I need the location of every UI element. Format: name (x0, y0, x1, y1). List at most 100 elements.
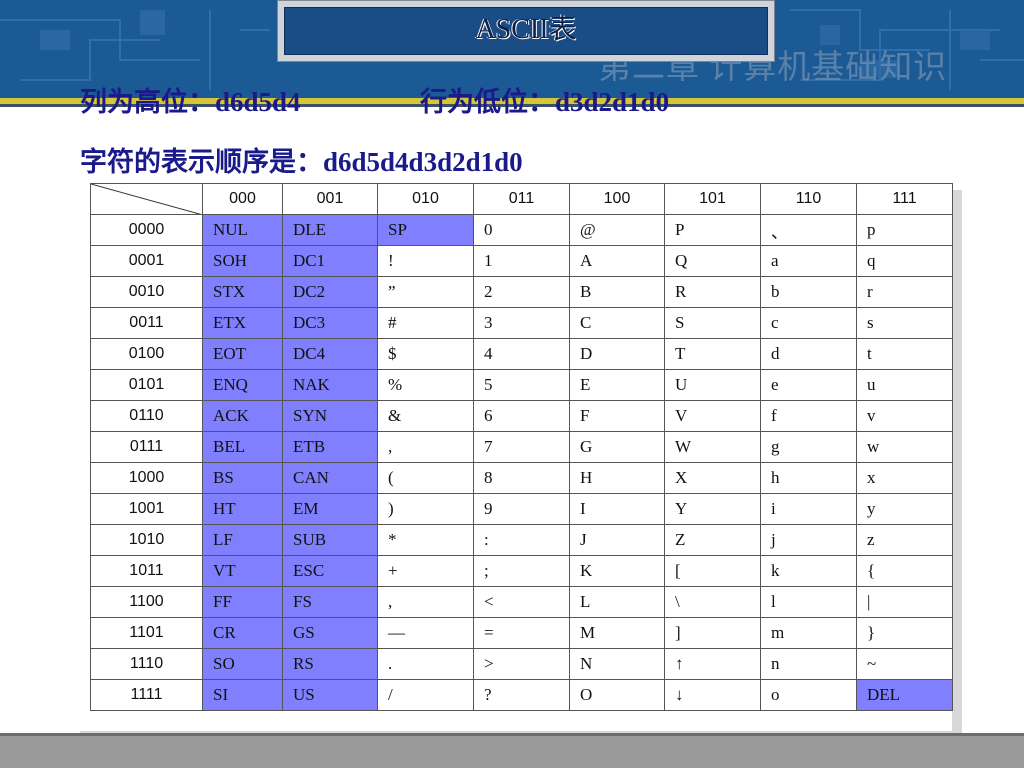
table-cell: ETX (202, 307, 283, 339)
table-cell: DC3 (282, 307, 378, 339)
table-cell: DC2 (282, 276, 378, 308)
table-cell: # (377, 307, 474, 339)
table-cell: SUB (282, 524, 378, 556)
column-header: 000 (202, 183, 283, 215)
row-header: 1101 (90, 617, 203, 649)
row-header: 0011 (90, 307, 203, 339)
table-cell: u (856, 369, 953, 401)
table-cell: x (856, 462, 953, 494)
table-cell: 3 (473, 307, 570, 339)
row-header: 0010 (90, 276, 203, 308)
table-cell: HT (202, 493, 283, 525)
title-panel: ASCII表 (284, 7, 768, 55)
table-cell: m (760, 617, 857, 649)
table-cell: | (856, 586, 953, 618)
table-cell: p (856, 214, 953, 246)
table-cell: + (377, 555, 474, 587)
table-cell: K (569, 555, 665, 587)
table-cell: v (856, 400, 953, 432)
table-cell: k (760, 555, 857, 587)
table-cell: 9 (473, 493, 570, 525)
table-cell: @ (569, 214, 665, 246)
table-cell: q (856, 245, 953, 277)
table-cell: RS (282, 648, 378, 680)
table-cell: FS (282, 586, 378, 618)
table-cell: r (856, 276, 953, 308)
page-title: ASCII表 (475, 14, 577, 45)
column-header: 100 (569, 183, 665, 215)
table-cell: & (377, 400, 474, 432)
table-cell: < (473, 586, 570, 618)
table-cell: > (473, 648, 570, 680)
table-row: 1101 CR GS — = M] m} (90, 617, 953, 649)
table-header-row: 000 001 010 011 100 101 110 111 (90, 183, 953, 215)
table-cell: DLE (282, 214, 378, 246)
column-header: 101 (664, 183, 761, 215)
table-cell: $ (377, 338, 474, 370)
table-cell: ENQ (202, 369, 283, 401)
table-cell: H (569, 462, 665, 494)
table-cell: Z (664, 524, 761, 556)
table-cell: } (856, 617, 953, 649)
table-cell: — (377, 617, 474, 649)
corner-cell (90, 183, 203, 215)
column-header: 110 (760, 183, 857, 215)
table-cell: c (760, 307, 857, 339)
table-row: 0000 NUL DLE SP 0 @ P、 p (90, 214, 953, 246)
table-cell: ] (664, 617, 761, 649)
table-cell: Y (664, 493, 761, 525)
table-cell: A (569, 245, 665, 277)
table-shadow-right (952, 190, 962, 740)
table-cell: 5 (473, 369, 570, 401)
table-cell: , (377, 431, 474, 463)
table-cell: d (760, 338, 857, 370)
table-cell: J (569, 524, 665, 556)
table-cell: F (569, 400, 665, 432)
column-header: 011 (473, 183, 570, 215)
table-cell: GS (282, 617, 378, 649)
table-cell: : (473, 524, 570, 556)
table-cell: o (760, 679, 857, 711)
table-cell: ; (473, 555, 570, 587)
table-cell: CAN (282, 462, 378, 494)
row-header: 1000 (90, 462, 203, 494)
table-cell: C (569, 307, 665, 339)
table-cell: D (569, 338, 665, 370)
table-cell: SI (202, 679, 283, 711)
table-cell: SYN (282, 400, 378, 432)
table-cell: g (760, 431, 857, 463)
table-cell: ↑ (664, 648, 761, 680)
diagonal-divider (91, 184, 200, 214)
table-cell: E (569, 369, 665, 401)
table-cell: n (760, 648, 857, 680)
column-header: 001 (282, 183, 378, 215)
table-cell: I (569, 493, 665, 525)
table-cell: CR (202, 617, 283, 649)
row-header: 1011 (90, 555, 203, 587)
table-cell: T (664, 338, 761, 370)
table-cell: ” (377, 276, 474, 308)
table-cell: M (569, 617, 665, 649)
table-cell: NAK (282, 369, 378, 401)
table-cell: P (664, 214, 761, 246)
table-cell: ? (473, 679, 570, 711)
row-header: 0111 (90, 431, 203, 463)
table-cell: US (282, 679, 378, 711)
table-row: 1110 SO RS. > N ↑ n ~ (90, 648, 953, 680)
table-cell: b (760, 276, 857, 308)
table-row: 1000 BS CAN(8 H Xh x (90, 462, 953, 494)
row-header: 1111 (90, 679, 203, 711)
table-cell: LF (202, 524, 283, 556)
table-cell: ACK (202, 400, 283, 432)
table-cell: O (569, 679, 665, 711)
intro-column-note: 列为高位：d6d5d4 (80, 87, 301, 117)
table-cell: STX (202, 276, 283, 308)
table-cell: ! (377, 245, 474, 277)
table-cell: = (473, 617, 570, 649)
row-header: 0100 (90, 338, 203, 370)
table-row: 0110 ACK SYN & 6 F Vf v (90, 400, 953, 432)
row-header: 1010 (90, 524, 203, 556)
table-cell: \ (664, 586, 761, 618)
table-cell: j (760, 524, 857, 556)
ascii-table: 000 001 010 011 100 101 110 111 0000 NUL D… (90, 183, 953, 711)
